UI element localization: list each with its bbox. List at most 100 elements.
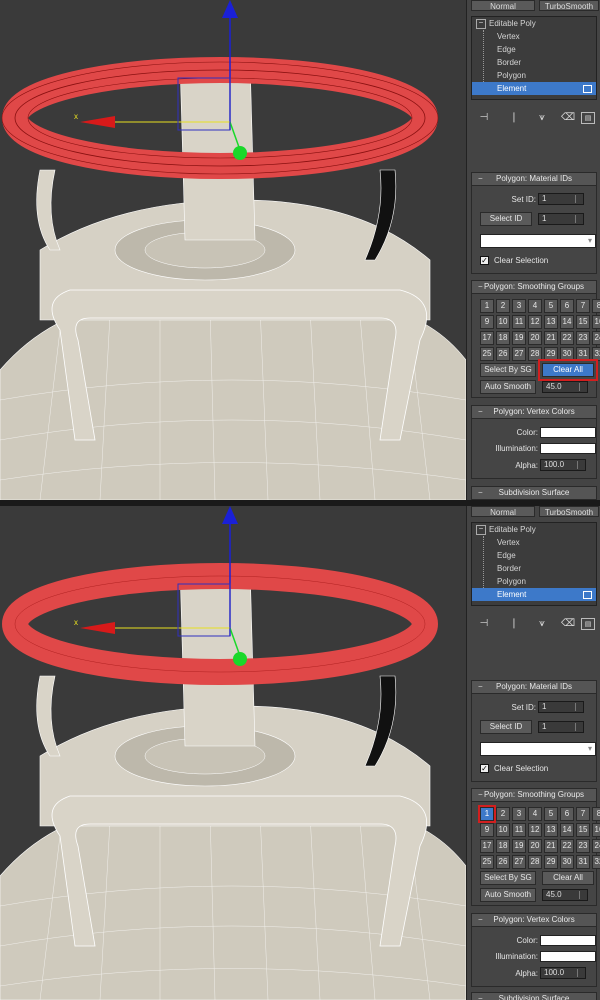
smoothing-group-button-6[interactable]: 6 xyxy=(560,807,574,821)
tab-normal[interactable]: Normal xyxy=(471,0,535,11)
stack-item-border[interactable]: Border xyxy=(472,562,596,575)
select-id-button[interactable]: Select ID xyxy=(480,212,532,226)
show-end-result-icon[interactable]: ❘ xyxy=(507,112,521,124)
rollout-smoothing-groups[interactable]: Polygon: Smoothing Groups xyxy=(471,788,597,802)
smoothing-group-button-10[interactable]: 10 xyxy=(496,315,510,329)
pin-stack-icon[interactable]: ⊣ xyxy=(477,112,491,124)
show-end-result-icon[interactable]: ❘ xyxy=(507,618,521,630)
select-by-sg-button[interactable]: Select By SG xyxy=(480,871,536,885)
select-id-spinner[interactable]: 1 xyxy=(538,213,584,225)
select-by-sg-button[interactable]: Select By SG xyxy=(480,363,536,377)
smoothing-group-button-28[interactable]: 28 xyxy=(528,347,542,361)
set-id-spinner[interactable]: 1 xyxy=(538,193,584,205)
stack-item-vertex[interactable]: Vertex xyxy=(472,30,596,43)
set-id-spinner[interactable]: 1 xyxy=(538,701,584,713)
rollout-vertex-colors[interactable]: Polygon: Vertex Colors xyxy=(471,913,597,927)
smoothing-group-button-11[interactable]: 11 xyxy=(512,823,526,837)
smoothing-group-button-1[interactable]: 1 xyxy=(478,805,496,823)
smoothing-group-button-12[interactable]: 12 xyxy=(528,315,542,329)
smoothing-group-button-12[interactable]: 12 xyxy=(528,823,542,837)
stack-item-element[interactable]: Element xyxy=(472,82,596,95)
smoothing-group-button-19[interactable]: 19 xyxy=(512,331,526,345)
smoothing-group-button-17[interactable]: 17 xyxy=(480,839,494,853)
smoothing-group-button-18[interactable]: 18 xyxy=(496,331,510,345)
smoothing-group-button-8[interactable]: 8 xyxy=(592,807,600,821)
smoothing-group-button-13[interactable]: 13 xyxy=(544,315,558,329)
stack-item-editable-poly[interactable]: Editable Poly xyxy=(472,523,596,536)
auto-smooth-button[interactable]: Auto Smooth xyxy=(480,380,536,394)
smoothing-group-button-32[interactable]: 32 xyxy=(592,855,600,869)
smoothing-group-button-1[interactable]: 1 xyxy=(480,299,494,313)
perspective-viewport[interactable]: x xyxy=(0,506,466,1000)
smoothing-group-button-2[interactable]: 2 xyxy=(496,807,510,821)
perspective-viewport[interactable]: x xyxy=(0,0,466,500)
configure-modifier-sets-icon[interactable]: ▤ xyxy=(581,618,595,630)
smoothing-group-button-28[interactable]: 28 xyxy=(528,855,542,869)
smoothing-group-button-31[interactable]: 31 xyxy=(576,855,590,869)
smoothing-group-button-24[interactable]: 24 xyxy=(592,331,600,345)
smoothing-group-button-2[interactable]: 2 xyxy=(496,299,510,313)
smoothing-group-button-3[interactable]: 3 xyxy=(512,807,526,821)
clear-all-button[interactable]: Clear All xyxy=(542,363,594,377)
rollout-material-ids[interactable]: Polygon: Material IDs xyxy=(471,172,597,186)
make-unique-icon[interactable]: ⩛ xyxy=(535,618,549,630)
auto-smooth-threshold[interactable]: 45.0 xyxy=(542,889,588,901)
smoothing-group-button-6[interactable]: 6 xyxy=(560,299,574,313)
tab-turbosmooth[interactable]: TurboSmooth xyxy=(539,0,599,11)
stack-item-element[interactable]: Element xyxy=(472,588,596,601)
material-name-dropdown[interactable] xyxy=(480,742,596,756)
modifier-stack[interactable]: Editable Poly Vertex Edge Border Polygon… xyxy=(471,16,597,100)
smoothing-group-button-15[interactable]: 15 xyxy=(576,315,590,329)
illumination-swatch[interactable] xyxy=(540,951,596,962)
pin-stack-icon[interactable]: ⊣ xyxy=(477,618,491,630)
smoothing-group-button-21[interactable]: 21 xyxy=(544,839,558,853)
smoothing-group-button-30[interactable]: 30 xyxy=(560,855,574,869)
auto-smooth-threshold[interactable]: 45.0 xyxy=(542,381,588,393)
smoothing-group-button-10[interactable]: 10 xyxy=(496,823,510,837)
material-name-dropdown[interactable] xyxy=(480,234,596,248)
rollout-subdivision-surface[interactable]: Subdivision Surface xyxy=(471,992,597,1000)
smoothing-group-button-7[interactable]: 7 xyxy=(576,299,590,313)
smoothing-group-button-4[interactable]: 4 xyxy=(528,807,542,821)
smoothing-group-button-16[interactable]: 16 xyxy=(592,315,600,329)
stack-item-border[interactable]: Border xyxy=(472,56,596,69)
smoothing-group-button-5[interactable]: 5 xyxy=(544,299,558,313)
smoothing-group-button-23[interactable]: 23 xyxy=(576,331,590,345)
smoothing-group-button-9[interactable]: 9 xyxy=(480,823,494,837)
smoothing-group-button-16[interactable]: 16 xyxy=(592,823,600,837)
rollout-vertex-colors[interactable]: Polygon: Vertex Colors xyxy=(471,405,597,419)
smoothing-group-button-30[interactable]: 30 xyxy=(560,347,574,361)
smoothing-group-button-29[interactable]: 29 xyxy=(544,347,558,361)
color-swatch[interactable] xyxy=(540,935,596,946)
smoothing-group-button-11[interactable]: 11 xyxy=(512,315,526,329)
smoothing-group-button-24[interactable]: 24 xyxy=(592,839,600,853)
smoothing-group-button-21[interactable]: 21 xyxy=(544,331,558,345)
remove-modifier-icon[interactable]: ⌫ xyxy=(561,618,575,630)
modifier-stack[interactable]: Editable Poly Vertex Edge Border Polygon… xyxy=(471,522,597,606)
smoothing-group-button-25[interactable]: 25 xyxy=(480,347,494,361)
alpha-spinner[interactable]: 100.0 xyxy=(540,459,586,471)
smoothing-group-button-13[interactable]: 13 xyxy=(544,823,558,837)
illumination-swatch[interactable] xyxy=(540,443,596,454)
stack-item-edge[interactable]: Edge xyxy=(472,549,596,562)
stack-item-vertex[interactable]: Vertex xyxy=(472,536,596,549)
smoothing-group-button-9[interactable]: 9 xyxy=(480,315,494,329)
make-unique-icon[interactable]: ⩛ xyxy=(535,112,549,124)
configure-modifier-sets-icon[interactable]: ▤ xyxy=(581,112,595,124)
smoothing-group-button-26[interactable]: 26 xyxy=(496,347,510,361)
rollout-material-ids[interactable]: Polygon: Material IDs xyxy=(471,680,597,694)
auto-smooth-button[interactable]: Auto Smooth xyxy=(480,888,536,902)
smoothing-group-button-14[interactable]: 14 xyxy=(560,315,574,329)
smoothing-group-button-8[interactable]: 8 xyxy=(592,299,600,313)
smoothing-group-button-20[interactable]: 20 xyxy=(528,331,542,345)
stack-item-edge[interactable]: Edge xyxy=(472,43,596,56)
smoothing-group-button-22[interactable]: 22 xyxy=(560,331,574,345)
clear-selection-checkbox[interactable]: ✓ xyxy=(480,764,489,773)
smoothing-group-button-3[interactable]: 3 xyxy=(512,299,526,313)
rollout-smoothing-groups[interactable]: Polygon: Smoothing Groups xyxy=(471,280,597,294)
select-id-button[interactable]: Select ID xyxy=(480,720,532,734)
smoothing-group-button-31[interactable]: 31 xyxy=(576,347,590,361)
clear-selection-checkbox[interactable]: ✓ xyxy=(480,256,489,265)
alpha-spinner[interactable]: 100.0 xyxy=(540,967,586,979)
smoothing-group-button-15[interactable]: 15 xyxy=(576,823,590,837)
